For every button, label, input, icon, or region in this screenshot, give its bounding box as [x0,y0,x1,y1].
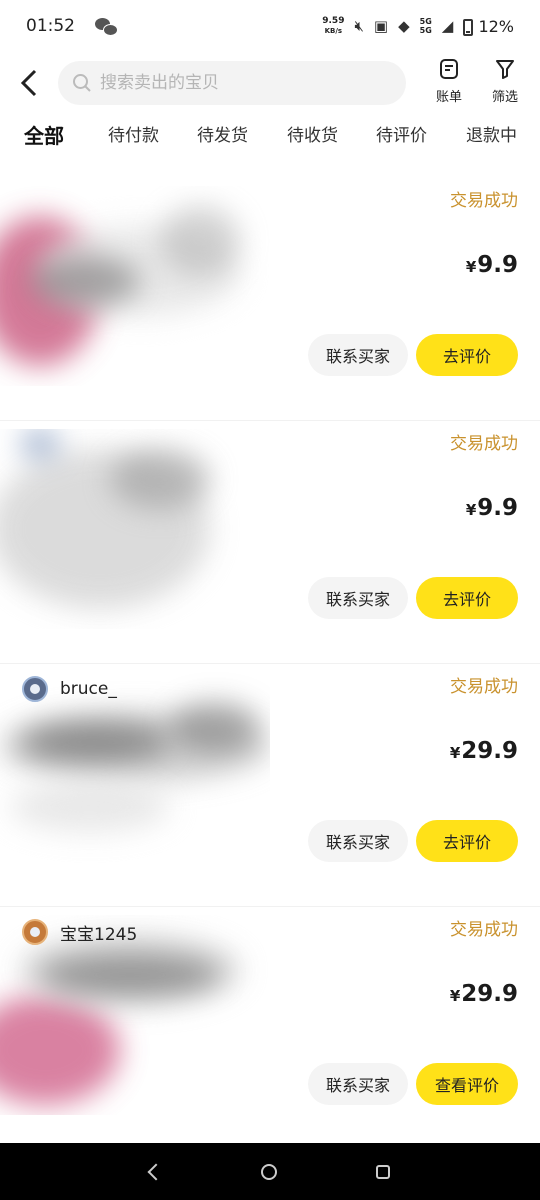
bill-button[interactable]: 账单 [424,56,474,105]
tab-pending-payment[interactable]: 待付款 [108,118,159,154]
tab-to-review[interactable]: 待评价 [376,118,427,154]
wechat-icon [95,17,118,36]
bill-label: 账单 [435,90,462,105]
tab-label: 待收货 [287,126,338,146]
nav-recents-icon[interactable] [376,1164,391,1179]
buyer-info[interactable]: 宝宝1245 [22,919,137,945]
order-card[interactable]: bruce_ 交易成功 ¥29.9 联系买家 去评价 [0,664,540,907]
order-price: ¥29.9 [450,738,518,764]
signal-label-top: 5G [419,17,432,26]
battery-level: 12% [478,16,514,36]
contact-buyer-button[interactable]: 联系买家 [308,577,408,619]
order-card[interactable]: 交易成功 ¥9.9 联系买家 去评价 [0,178,540,421]
tab-all-label: 全部 [24,124,64,148]
tab-all[interactable]: 全部 [24,118,64,154]
review-button[interactable]: 去评价 [416,820,518,862]
order-card[interactable]: 宝宝1245 交易成功 ¥29.9 联系买家 查看评价 [0,907,540,1150]
avatar [22,919,48,945]
tab-label: 退款中 [466,126,517,146]
network-speed: 9.59 KB/s [322,16,344,36]
price-value: 9.9 [477,495,518,521]
search-icon [73,74,91,92]
currency-symbol: ¥ [449,987,461,1005]
mute-icon: 🔇︎ [354,17,364,35]
review-button[interactable]: 去评价 [416,577,518,619]
order-price: ¥9.9 [466,495,518,521]
signal-label-bottom: 5G [419,26,432,35]
order-tabs: 全部 待付款 待发货 待收货 待评价 退款中 [0,118,540,158]
currency-symbol: ¥ [465,501,477,519]
network-speed-value: 9.59 [322,16,345,26]
tab-to-ship[interactable]: 待发货 [197,118,248,154]
status-bar: 01:52 9.59 KB/s 🔇︎ ▣ ◆ 5G 5G ◢ 12% [0,0,540,52]
search-bar[interactable] [58,61,406,105]
tab-label: 待发货 [197,126,248,146]
buyer-name: 宝宝1245 [60,924,138,945]
bill-icon [440,59,458,79]
tab-refunding[interactable]: 退款中 [466,118,517,154]
contact-buyer-button[interactable]: 联系买家 [308,334,408,376]
search-input[interactable] [100,73,380,93]
currency-symbol: ¥ [465,258,477,276]
currency-symbol: ¥ [449,744,461,762]
cellular-signal: 5G 5G [420,17,432,35]
tab-to-receive[interactable]: 待收货 [287,118,338,154]
review-button[interactable]: 去评价 [416,334,518,376]
back-button[interactable] [0,56,58,110]
system-nav-bar [0,1143,540,1200]
chevron-left-icon [20,69,37,97]
contact-buyer-button[interactable]: 联系买家 [308,1063,408,1105]
order-status: 交易成功 [450,920,518,940]
tab-label: 待付款 [108,126,159,146]
nfc-icon: ▣ [373,17,389,35]
wifi-icon: ◆ [398,17,410,35]
nav-back-icon[interactable] [147,1163,165,1180]
buyer-name: bruce_ [60,679,117,699]
order-card[interactable]: 交易成功 ¥9.9 联系买家 去评价 [0,421,540,664]
view-review-button[interactable]: 查看评价 [416,1063,518,1105]
filter-label: 筛选 [491,90,518,105]
filter-icon [496,60,514,79]
battery-icon [463,18,474,36]
nav-home-icon[interactable] [260,1163,277,1180]
price-value: 9.9 [477,252,518,278]
network-speed-unit: KB/s [324,27,343,35]
top-bar: 账单 筛选 [0,56,540,110]
order-price: ¥29.9 [450,981,518,1007]
status-time: 01:52 [26,16,75,36]
buyer-info[interactable]: bruce_ [22,676,117,702]
order-status: 交易成功 [450,677,518,697]
product-image-blurred [0,672,270,872]
filter-button[interactable]: 筛选 [480,56,530,105]
product-image-blurred [0,186,270,386]
order-status: 交易成功 [450,191,518,211]
avatar [22,676,48,702]
product-image-blurred [0,915,270,1115]
order-status: 交易成功 [450,434,518,454]
tab-label: 待评价 [376,126,427,146]
order-price: ¥9.9 [466,252,518,278]
price-value: 29.9 [461,738,518,764]
signal-bars-icon: ◢ [441,17,454,35]
price-value: 29.9 [461,981,518,1007]
contact-buyer-button[interactable]: 联系买家 [308,820,408,862]
product-image-blurred [0,429,270,629]
